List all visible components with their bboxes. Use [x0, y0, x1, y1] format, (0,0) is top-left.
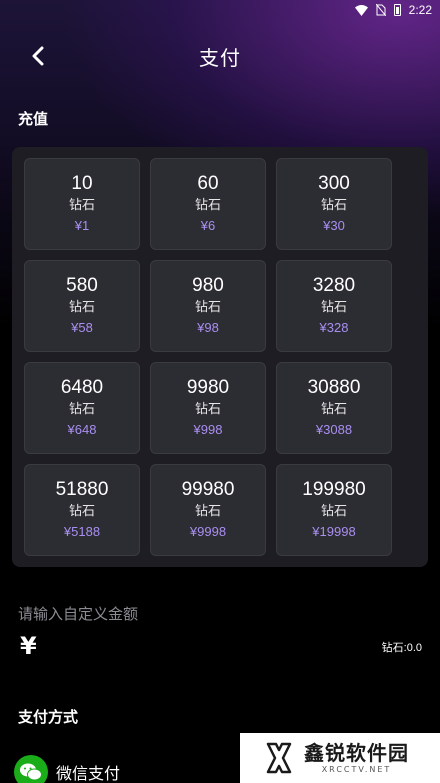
diamond-package-card[interactable]: 3280 钻石 ¥328	[276, 260, 392, 352]
page-title: 支付	[199, 46, 241, 70]
package-amount: 3280	[312, 275, 356, 296]
currency-symbol: ¥	[20, 632, 37, 660]
diamond-package-card[interactable]: 580 钻石 ¥58	[24, 260, 140, 352]
diamond-package-card[interactable]: 60 钻石 ¥6	[150, 158, 266, 250]
package-unit: 钻石	[320, 198, 347, 213]
package-unit: 钻石	[320, 402, 347, 417]
diamond-package-card[interactable]: 6480 钻石 ¥648	[24, 362, 140, 454]
package-amount: 51880	[55, 479, 109, 500]
diamond-readout: 钻石:0.0	[382, 639, 422, 655]
diamond-package-card[interactable]: 10 钻石 ¥1	[24, 158, 140, 250]
package-price: ¥58	[71, 320, 93, 335]
package-price: ¥5188	[63, 524, 101, 539]
watermark-sub-text: XRCCTV.NET	[321, 765, 392, 774]
package-unit: 钻石	[194, 300, 221, 315]
package-amount: 980	[192, 275, 224, 296]
diamond-package-card[interactable]: 9980 钻石 ¥998	[150, 362, 266, 454]
package-amount: 6480	[60, 377, 104, 398]
package-amount: 99980	[181, 479, 235, 500]
package-unit: 钻石	[68, 198, 95, 213]
custom-amount-label: 请输入自定义金额	[18, 605, 139, 623]
payment-option-wechat[interactable]: 微信支付	[14, 755, 120, 783]
payment-section-title: 支付方式	[18, 708, 79, 726]
package-unit: 钻石	[68, 504, 95, 519]
package-amount: 580	[66, 275, 98, 296]
package-price: ¥3088	[315, 422, 353, 437]
diamond-package-card[interactable]: 99980 钻石 ¥9998	[150, 464, 266, 556]
payment-option-label: 微信支付	[56, 764, 121, 783]
wifi-icon	[354, 4, 368, 16]
diamond-package-card[interactable]: 300 钻石 ¥30	[276, 158, 392, 250]
recharge-section-title: 充值	[18, 110, 49, 128]
battery-icon	[393, 4, 401, 16]
diamond-package-card[interactable]: 30880 钻石 ¥3088	[276, 362, 392, 454]
nav-bar: 支付	[0, 30, 440, 80]
package-unit: 钻石	[68, 402, 95, 417]
package-price: ¥98	[197, 320, 219, 335]
package-unit: 钻石	[320, 300, 347, 315]
package-price: ¥998	[193, 422, 223, 437]
package-unit: 钻石	[194, 198, 221, 213]
package-amount: 60	[197, 173, 219, 194]
package-amount: 30880	[307, 377, 361, 398]
package-amount: 300	[318, 173, 350, 194]
package-unit: 钻石	[194, 504, 221, 519]
status-time: 2:22	[408, 3, 432, 17]
package-unit: 钻石	[320, 504, 347, 519]
package-price: ¥9998	[189, 524, 227, 539]
package-amount: 199980	[302, 479, 366, 500]
custom-amount-input[interactable]	[52, 632, 352, 662]
package-unit: 钻石	[194, 402, 221, 417]
diamond-readout-text: 钻石:0.0	[381, 642, 422, 654]
package-unit: 钻石	[68, 300, 95, 315]
package-price: ¥328	[319, 320, 349, 335]
package-grid: 10 钻石 ¥1 60 钻石 ¥6 300 钻石 ¥30 580 钻石 ¥58 980 钻石 ¥98 3280…	[24, 158, 392, 556]
package-price: ¥1	[74, 218, 90, 233]
diamond-package-card[interactable]: 199980 钻石 ¥19998	[276, 464, 392, 556]
package-amount: 10	[71, 173, 93, 194]
watermark-x-icon	[266, 742, 292, 774]
package-price: ¥6	[200, 218, 216, 233]
no-sim-icon	[375, 4, 386, 16]
diamond-package-card[interactable]: 51880 钻石 ¥5188	[24, 464, 140, 556]
wechat-icon	[14, 755, 48, 783]
watermark-main-text: 鑫锐软件园	[304, 741, 409, 765]
package-price: ¥648	[67, 422, 97, 437]
package-amount: 9980	[186, 377, 230, 398]
package-price: ¥19998	[312, 524, 356, 539]
diamond-package-card[interactable]: 980 钻石 ¥98	[150, 260, 266, 352]
watermark-logo: 鑫锐软件园 XRCCTV.NET	[240, 733, 440, 783]
status-bar: 2:22	[0, 0, 440, 20]
package-price: ¥30	[323, 218, 345, 233]
